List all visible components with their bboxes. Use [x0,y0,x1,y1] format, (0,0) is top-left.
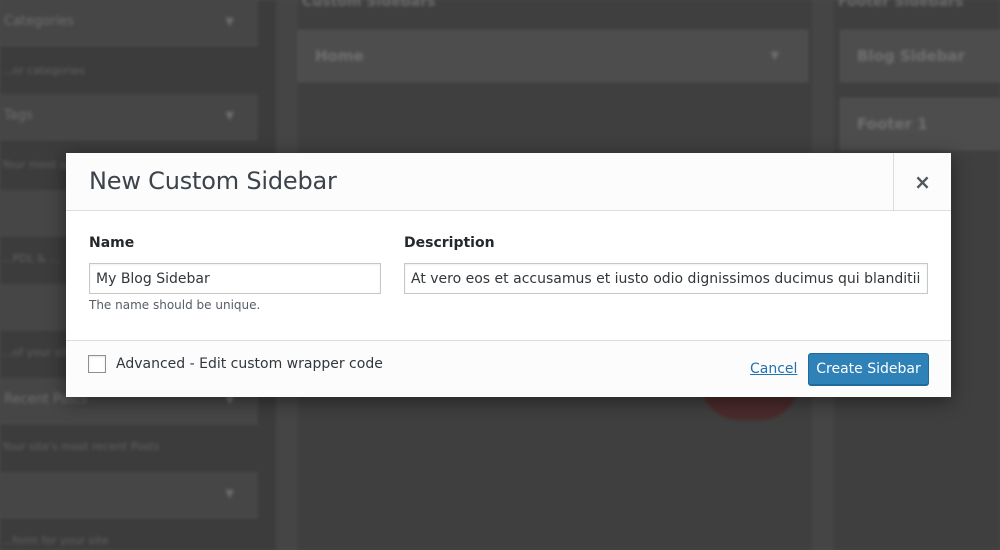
close-icon: × [914,169,931,194]
background-sidebar-box: Blog Sidebar [840,30,1000,82]
dialog-body: Name The name should be unique. Descript… [66,211,951,341]
dialog-footer: Advanced - Edit custom wrapper code Canc… [66,340,951,397]
background-widget-desc: ...PDL & ... [2,252,60,265]
background-sidebar-name: Blog Sidebar [857,47,965,65]
dialog-title: New Custom Sidebar [89,167,337,195]
background-column-header: Footer Sidebars [838,0,964,10]
name-input[interactable] [89,263,381,294]
chevron-down-icon: ▼ [225,15,234,28]
chevron-down-icon: ▼ [225,487,234,500]
advanced-checkbox[interactable] [88,355,106,373]
background-widget-desc: ...or categories [2,64,85,77]
advanced-label[interactable]: Advanced - Edit custom wrapper code [116,356,383,372]
dialog-header: New Custom Sidebar × [66,153,951,211]
description-input[interactable] [404,263,928,294]
name-hint: The name should be unique. [89,298,261,312]
background-sidebar-name: Footer 1 [857,115,928,133]
create-sidebar-button[interactable]: Create Sidebar [808,353,929,385]
background-widget-label: Categories [4,14,75,29]
background-widget-row: ▼ [0,472,258,518]
background-widget-row: Categories ▼ [0,0,258,46]
name-label: Name [89,235,135,251]
background-widget-desc: Your site's most recent Posts [2,440,160,453]
background-sidebar-name: Home [315,47,364,65]
chevron-down-icon: ▼ [770,49,779,62]
new-sidebar-dialog: New Custom Sidebar × Name The name shoul… [66,153,951,397]
close-button[interactable]: × [893,153,951,210]
cancel-link[interactable]: Cancel [750,361,797,377]
chevron-down-icon: ▼ [225,109,234,122]
background-widget-desc: ...form for your site [2,534,109,547]
description-label: Description [404,235,495,251]
background-widget-label: Tags [4,108,33,123]
background-column-header: Custom Sidebars [302,0,436,10]
background-widget-desc: ...of your site [2,346,75,359]
background-sidebar-box: Footer 1 [840,98,1000,150]
background-sidebar-box: Home ▼ [298,30,808,82]
background-widget-row: Tags ▼ [0,94,258,140]
